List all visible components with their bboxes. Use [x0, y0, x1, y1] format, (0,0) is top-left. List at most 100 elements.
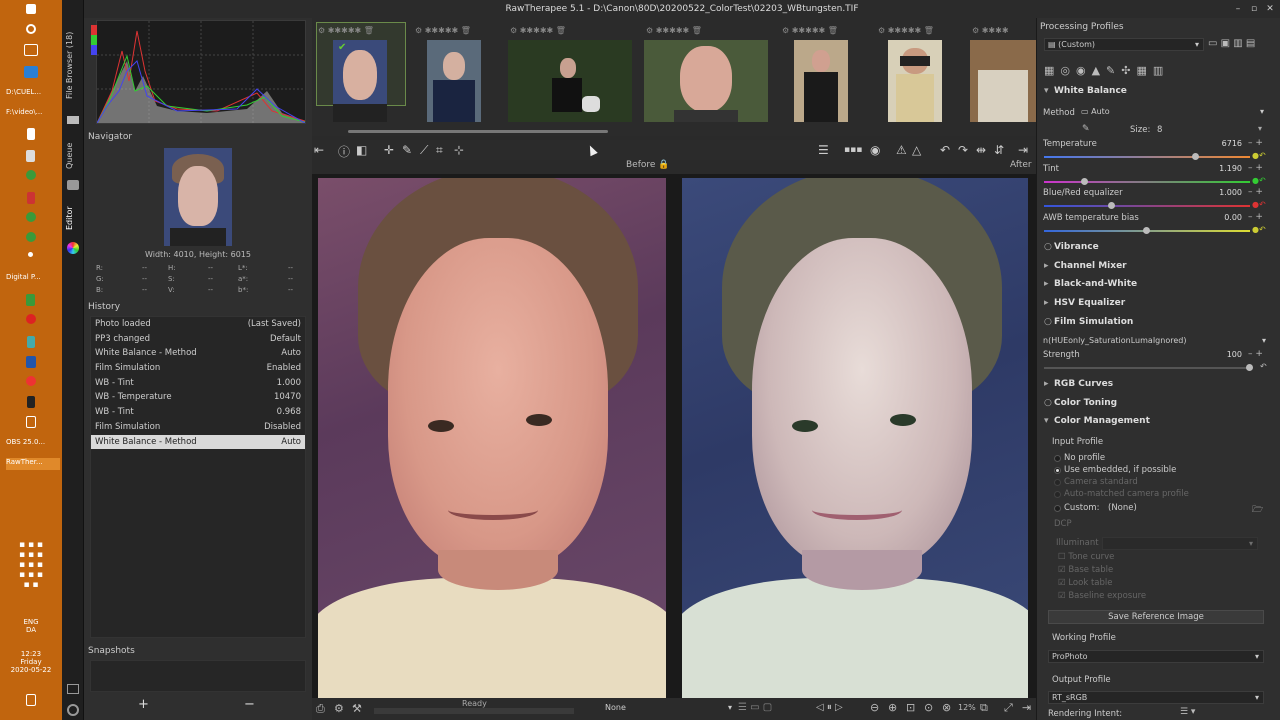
filmstrip-scrollbar[interactable] — [348, 130, 608, 133]
editor-tab-icon[interactable] — [67, 242, 79, 254]
rendering-intent-select[interactable]: ☰ ▾ — [1180, 707, 1195, 717]
filmstrip-thumb[interactable] — [888, 40, 942, 122]
tab-file-browser[interactable]: File Browser (18) — [65, 20, 81, 110]
zoom-100-icon[interactable]: ⊙ — [924, 701, 933, 714]
crop-icon[interactable]: ⌗ — [436, 143, 443, 158]
illuminant-select[interactable]: ▾ — [1102, 537, 1258, 550]
history-row[interactable]: WB - Tint 0.968 — [91, 405, 305, 420]
color-picker-icon[interactable]: ✎ — [402, 143, 412, 157]
tab-editor[interactable]: Editor — [65, 200, 81, 236]
filmstrip-thumb[interactable] — [794, 40, 848, 122]
history-row[interactable]: Film Simulation Disabled — [91, 420, 305, 435]
fullscreen-icon[interactable]: ⤢ — [1004, 701, 1013, 715]
notepad-icon[interactable] — [26, 150, 35, 162]
enable-toggle[interactable]: ○ — [1044, 242, 1054, 252]
blue-red-slider[interactable] — [1044, 205, 1250, 207]
strength-slider[interactable] — [1044, 367, 1250, 369]
hide-left-panel-icon[interactable]: ⇤ — [314, 143, 324, 157]
taskbar-item-video[interactable]: F:\video\... — [6, 108, 60, 116]
profile-action-icons[interactable]: ▭ ▣ ▥ ▤ — [1208, 38, 1255, 49]
filmstrip-thumb[interactable] — [427, 40, 481, 122]
preferences-icon[interactable] — [67, 704, 79, 716]
strength-value[interactable]: 100 — [1194, 350, 1242, 359]
clipping-warning-icon[interactable]: ⚠ — [896, 143, 907, 157]
reset-icon[interactable]: ●↶ — [1252, 225, 1266, 234]
save-icon[interactable]: ⎙ — [316, 702, 325, 716]
minimize-button[interactable]: – — [1232, 3, 1244, 15]
awb-bias-stepper[interactable]: – + — [1248, 212, 1263, 222]
rotate-right-icon[interactable]: ↷ — [958, 143, 968, 157]
navigation-icons[interactable]: ☰ ▭ ▢ — [738, 702, 772, 713]
system-tray-icons[interactable]: ▪ ▪ ▪ ▪ ▪ ▪ ▪ ▪ ▪ ▪ ▪ ▪ ▪ ▪ — [0, 540, 62, 610]
tab-queue[interactable]: Queue — [65, 136, 81, 176]
tint-slider[interactable] — [1044, 181, 1250, 183]
folder-icon[interactable]: 🗁 — [1252, 502, 1263, 518]
spot-removal-icon[interactable]: ⊹ — [454, 143, 464, 157]
strength-slider-knob[interactable] — [1246, 364, 1253, 371]
app-icon[interactable] — [27, 396, 35, 408]
reset-icon[interactable]: ↶ — [1260, 362, 1267, 371]
rgb-curves-header[interactable]: ▸ RGB Curves — [1044, 379, 1113, 389]
baseline-exposure-checkbox[interactable]: ☑ Baseline exposure — [1058, 591, 1146, 601]
look-table-checkbox[interactable]: ☑ Look table — [1058, 578, 1112, 588]
filmstrip-thumb[interactable] — [970, 40, 1036, 122]
navigator-thumbnail[interactable] — [164, 148, 232, 246]
preview-modes-icon[interactable]: ☰ — [818, 143, 829, 157]
temperature-value[interactable]: 6716 — [1194, 139, 1242, 148]
auto-matched-radio[interactable] — [1054, 491, 1061, 498]
taskbar-item-obs[interactable]: OBS 25.0... — [6, 438, 60, 446]
filmstrip-thumb[interactable] — [508, 40, 632, 122]
zoom-fit-icon[interactable]: ⊡ — [906, 701, 915, 714]
use-embedded-radio[interactable] — [1054, 467, 1061, 474]
app-icon[interactable] — [26, 294, 35, 306]
output-profile-select[interactable]: RT_sRGB ▾ — [1048, 691, 1264, 704]
wb-size-dropdown[interactable]: ▾ — [1258, 124, 1262, 133]
app-icon[interactable] — [28, 252, 33, 257]
fullscreen-icon[interactable] — [67, 684, 79, 694]
film-lut-select[interactable]: n(HUEonly_SaturationLumaIgnored) ▾ — [1040, 335, 1270, 348]
notification-icon[interactable] — [26, 694, 36, 706]
awb-bias-slider-knob[interactable] — [1143, 227, 1150, 234]
remove-snapshot-button[interactable]: − — [244, 697, 255, 712]
blue-red-stepper[interactable]: – + — [1248, 187, 1263, 197]
task-view-icon[interactable] — [24, 44, 38, 56]
history-row[interactable]: PP3 changed Default — [91, 332, 305, 347]
history-row[interactable]: Film Simulation Enabled — [91, 361, 305, 376]
app-icon[interactable] — [26, 314, 36, 324]
before-after-icon[interactable]: ◧ — [356, 143, 367, 157]
queue-icon[interactable]: ⚙ — [334, 702, 344, 715]
reset-icon[interactable]: ●↶ — [1252, 151, 1266, 160]
white-balance-header[interactable]: ▾ White Balance — [1044, 86, 1127, 96]
working-profile-select[interactable]: ProPhoto ▾ — [1048, 650, 1264, 663]
app-icon[interactable] — [26, 356, 36, 368]
custom-profile-radio[interactable] — [1054, 505, 1061, 512]
collapse-panel-icon[interactable]: ⇥ — [1022, 701, 1031, 714]
add-snapshot-button[interactable]: + — [138, 697, 149, 712]
thumb-toolbar-icons[interactable]: ⚙ ✱✱✱✱✱ 🗑 — [646, 26, 702, 40]
reset-icon[interactable]: ●↶ — [1252, 200, 1266, 209]
color-management-header[interactable]: ▾ Color Management — [1044, 416, 1150, 426]
app-icon[interactable] — [27, 336, 35, 348]
profile-select[interactable]: None ▾ — [602, 702, 736, 715]
chrome-icon[interactable] — [26, 212, 36, 222]
filmstrip-thumb[interactable] — [644, 40, 768, 122]
hide-right-panel-icon[interactable]: ⇥ — [1018, 143, 1028, 157]
custom-profile-value[interactable]: (None) — [1108, 503, 1137, 513]
zoom-crop-icon[interactable]: ⊗ — [942, 701, 951, 714]
film-simulation-header[interactable]: ○ Film Simulation — [1044, 317, 1133, 327]
flip-horizontal-icon[interactable]: ⇹ — [976, 143, 986, 157]
tint-value[interactable]: 1.190 — [1194, 164, 1242, 173]
file-browser-tab-icon[interactable] — [67, 116, 79, 124]
thumb-toolbar-icons[interactable]: ⚙ ✱✱✱✱✱ 🗑 — [318, 26, 374, 40]
flip-vertical-icon[interactable]: ⇵ — [994, 143, 1004, 157]
focus-mask-icon[interactable]: ◉ — [870, 143, 880, 157]
awb-bias-value[interactable]: 0.00 — [1194, 213, 1242, 222]
enable-toggle[interactable]: ○ — [1044, 398, 1054, 408]
history-row[interactable]: WB - Tint 1.000 — [91, 376, 305, 391]
save-reference-image-button[interactable]: Save Reference Image — [1048, 610, 1264, 624]
channel-mixer-header[interactable]: ▸ Channel Mixer — [1044, 261, 1127, 271]
wb-picker-icon[interactable]: ✎ — [1082, 124, 1090, 134]
tint-stepper[interactable]: – + — [1248, 163, 1263, 173]
reset-icon[interactable]: ●↶ — [1252, 176, 1266, 185]
queue-tab-icon[interactable] — [67, 180, 79, 190]
